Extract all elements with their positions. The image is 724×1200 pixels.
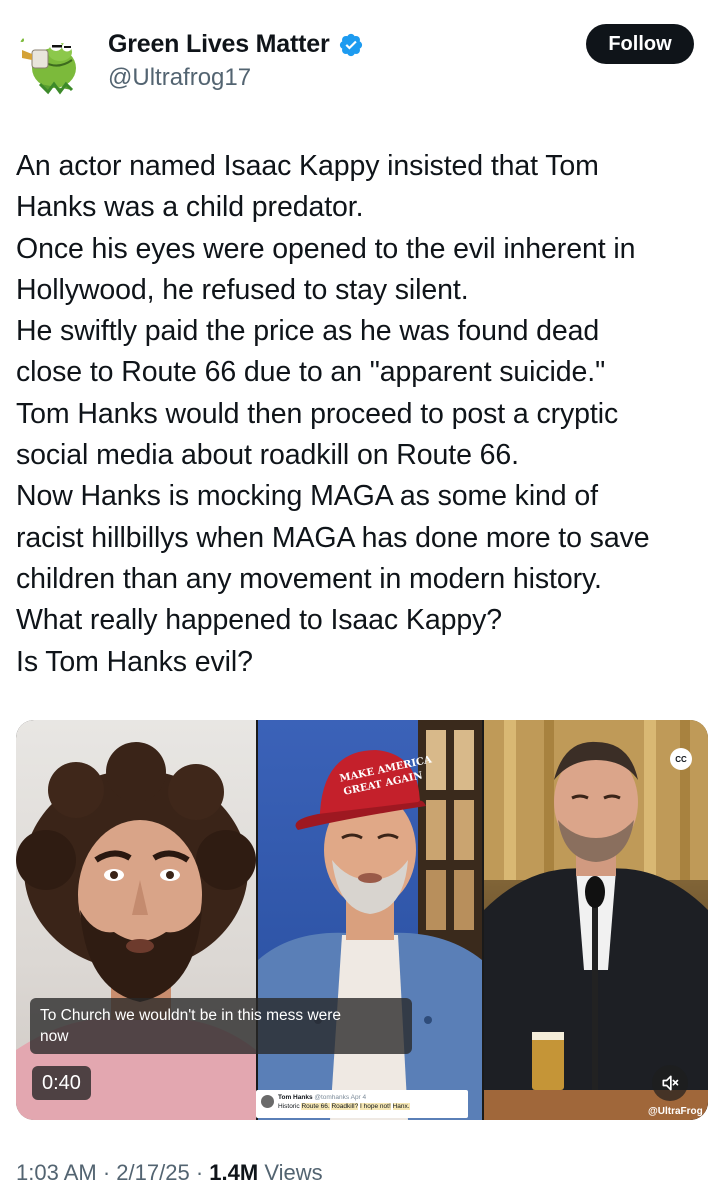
- author-avatar[interactable]: [14, 26, 86, 98]
- embedded-post-highlight: Hanx.: [392, 1103, 410, 1110]
- man-in-red-hat-image: MAKE AMERICA GREAT AGAIN: [258, 720, 482, 1120]
- video-player[interactable]: MAKE AMERICA GREAT AGAIN Tom Hanks @tomh…: [16, 720, 708, 1120]
- embedded-post-highlight: I hope not!: [360, 1103, 391, 1110]
- tweet-line: Tom Hanks would then proceed to post a c…: [16, 397, 619, 430]
- closed-captions-icon: CC: [675, 754, 687, 764]
- mute-button[interactable]: [652, 1065, 688, 1101]
- author-handle[interactable]: @Ultrafrog17: [108, 64, 251, 92]
- tweet-line: racist hillbillys when MAGA has done mor…: [16, 521, 650, 554]
- tweet-line: Hollywood, he refused to stay silent.: [16, 273, 469, 306]
- author-display-name[interactable]: Green Lives Matter: [108, 30, 330, 59]
- meta-separator: ·: [102, 1160, 111, 1185]
- author-name-row[interactable]: Green Lives Matter: [108, 30, 364, 59]
- video-panel-middle: MAKE AMERICA GREAT AGAIN: [258, 720, 482, 1120]
- tweet-line: Now Hanks is mocking MAGA as some kind o…: [16, 480, 598, 513]
- tweet-text: An actor named Isaac Kappy insisted that…: [16, 146, 716, 683]
- tweet-line: What really happened to Isaac Kappy?: [16, 604, 502, 637]
- speaker-muted-icon: [662, 1075, 679, 1091]
- embedded-post-header: Tom Hanks @tomhanks Apr 4: [278, 1093, 464, 1102]
- tweet-meta: 1:03 AM · 2/17/25 · 1.4M Views: [16, 1160, 323, 1186]
- video-caption-line: To Church we wouldn't be in this mess we…: [40, 1007, 342, 1024]
- tweet-time[interactable]: 1:03 AM: [16, 1160, 97, 1185]
- embedded-post-handle: @tomhanks: [314, 1094, 350, 1101]
- verified-badge-icon: [339, 33, 362, 56]
- follow-button[interactable]: Follow: [586, 24, 694, 64]
- kermit-frog-avatar: [14, 26, 86, 98]
- embedded-post-highlight: Roadkill?: [331, 1103, 359, 1110]
- tweet-header: Green Lives Matter @Ultrafrog17 Follow: [0, 0, 724, 120]
- video-panel-right: [484, 720, 708, 1120]
- embedded-post-avatar: [261, 1095, 274, 1108]
- tweet-line: Is Tom Hanks evil?: [16, 645, 253, 678]
- tweet-line: social media about roadkill on Route 66.: [16, 439, 519, 472]
- embedded-post-name: Tom Hanks: [278, 1094, 313, 1101]
- tweet-line: close to Route 66 due to an "apparent su…: [16, 356, 606, 389]
- video-caption: To Church we wouldn't be in this mess we…: [30, 998, 412, 1054]
- embedded-post-highlight: Route 66.: [301, 1103, 330, 1110]
- video-watermark: @UltraFrog: [648, 1106, 703, 1117]
- tweet-line: Once his eyes were opened to the evil in…: [16, 232, 636, 265]
- closed-captions-button[interactable]: CC: [670, 748, 692, 770]
- video-caption-line: now: [40, 1028, 69, 1045]
- video-duration-badge: 0:40: [32, 1066, 91, 1100]
- views-label: Views: [264, 1160, 323, 1185]
- embedded-post-text-plain: Historic: [278, 1103, 300, 1110]
- tweet-line: children than any movement in modern his…: [16, 562, 602, 595]
- views-count: 1.4M: [209, 1160, 259, 1185]
- tweet-date[interactable]: 2/17/25: [116, 1160, 189, 1185]
- tweet-line: An actor named Isaac Kappy insisted that…: [16, 150, 599, 182]
- embedded-post-text: Historic Route 66. Roadkill? I hope not!…: [278, 1102, 464, 1111]
- meta-separator: ·: [195, 1160, 204, 1185]
- embedded-post-date: Apr 4: [350, 1094, 367, 1101]
- curly-haired-man-image: [16, 742, 256, 1120]
- video-panel-left: [16, 720, 256, 1120]
- tweet-line: He swiftly paid the price as he was foun…: [16, 315, 600, 348]
- man-at-podium-image: [484, 720, 708, 1120]
- tweet-line: Hanks was a child predator.: [16, 191, 364, 224]
- embedded-post-screenshot: Tom Hanks @tomhanks Apr 4 Historic Route…: [256, 1090, 468, 1118]
